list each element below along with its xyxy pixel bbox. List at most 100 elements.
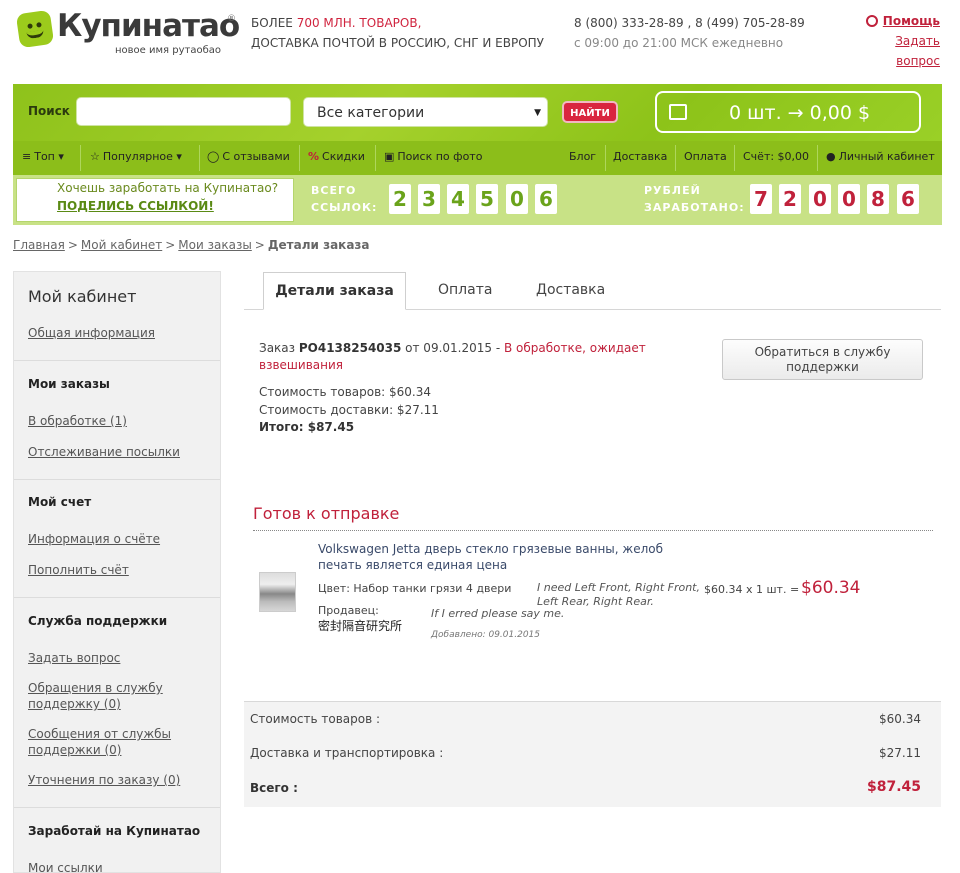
nav-divider — [375, 145, 376, 171]
section-divider — [253, 530, 933, 531]
help-link[interactable]: Помощь — [865, 14, 940, 28]
sidebar-heading-earn: Заработай на Купинатао — [28, 824, 201, 838]
nav-account-balance[interactable]: Счёт: $0,00 — [743, 150, 809, 163]
sidebar-divider — [14, 360, 220, 361]
nav-payment[interactable]: Оплата — [684, 150, 727, 163]
earned-label-line1: РУБЛЕЙ — [644, 184, 701, 197]
summary-total-value: $87.45 — [866, 779, 921, 795]
product-title[interactable]: Volkswagen Jetta дверь стекло грязевые в… — [318, 541, 703, 573]
product-thumbnail[interactable] — [259, 572, 296, 612]
links-label-line1: ВСЕГО — [311, 184, 357, 197]
search-label: Поиск — [28, 104, 70, 118]
cart-summary[interactable]: 0 шт. → 0,00 $ — [655, 91, 921, 133]
nav-discounts[interactable]: % Скидки — [308, 150, 365, 163]
comment-icon: ◯ — [207, 150, 220, 163]
ready-to-ship-title: Готов к отправке — [253, 504, 400, 523]
nav-divider — [299, 145, 300, 171]
sidebar-title: Мой кабинет — [28, 287, 137, 306]
breadcrumb-current: Детали заказа — [267, 238, 370, 252]
tab-delivery[interactable]: Доставка — [536, 282, 605, 298]
tagline-prefix: БОЛЕЕ — [251, 16, 297, 30]
ask-question-link[interactable]: Задать вопрос — [895, 34, 940, 68]
breadcrumb-cabinet[interactable]: Мой кабинет — [81, 238, 162, 252]
order-number: PO4138254035 — [298, 341, 402, 355]
tab-details[interactable]: Детали заказа — [263, 272, 406, 310]
sidebar-item-tracking[interactable]: Отслеживание посылки — [28, 444, 180, 460]
share-link[interactable]: ПОДЕЛИСЬ ССЫЛКОЙ! — [57, 199, 214, 213]
sidebar-item-messages[interactable]: Сообщения от службы поддержки (0) — [28, 726, 171, 758]
sidebar-item-appeals[interactable]: Обращения в службу поддержку (0) — [28, 680, 163, 712]
breadcrumb-sep: > — [165, 238, 176, 252]
sidebar-item-top-up[interactable]: Пополнить счёт — [28, 562, 129, 578]
order-prefix: Заказ — [259, 341, 299, 355]
registered-mark: ® — [227, 14, 236, 24]
star-icon: ☆ — [90, 150, 100, 163]
sidebar-item-my-links[interactable]: Мои ссылки — [28, 860, 103, 873]
site-logo[interactable]: Купинатао ® новое имя рутаобао — [15, 8, 240, 60]
phone-numbers: 8 (800) 333-28-89 , 8 (499) 705-28-89 — [574, 16, 805, 30]
sidebar-divider — [14, 807, 220, 808]
sidebar-item-account-info[interactable]: Информация о счёте — [28, 531, 160, 547]
sidebar-item-in-process[interactable]: В обработке (1) — [28, 413, 127, 429]
product-price-calc: $60.34 x 1 шт. = — [704, 583, 800, 596]
help-block: Помощь Задать вопрос — [854, 11, 940, 71]
nav-top-label: Топ — [34, 150, 55, 163]
nav-divider — [675, 145, 676, 171]
brand-name: Купинатао — [57, 8, 240, 44]
sidebar-item-ask[interactable]: Задать вопрос — [28, 650, 120, 666]
order-goods-cost: Стоимость товаров: $60.34 — [259, 385, 432, 399]
order-date: от 09.01.2015 - — [401, 341, 504, 355]
help-label: Помощь — [882, 14, 940, 28]
summary-goods-value: $60.34 — [879, 712, 921, 726]
nav-divider — [605, 145, 606, 171]
search-input[interactable] — [76, 97, 291, 126]
tab-payment[interactable]: Оплата — [438, 282, 492, 298]
links-digit: 3 — [418, 184, 440, 214]
referral-question: Хочешь заработать на Купинатао? — [57, 181, 279, 195]
nav-cabinet-label: Личный кабинет — [838, 150, 935, 163]
seller-note: If I erred please say me. — [431, 607, 565, 620]
summary-shipping-label: Доставка и транспортировка : — [250, 746, 444, 760]
sidebar-divider — [14, 479, 220, 480]
photo-icon: ▣ — [384, 150, 395, 163]
sidebar-item-messages-line1: Сообщения от службы — [28, 727, 172, 741]
earned-label: РУБЛЕЙ ЗАРАБОТАНО: — [644, 182, 745, 216]
added-date: Добавлено: 09.01.2015 — [431, 630, 541, 640]
user-icon: ● — [826, 150, 836, 163]
breadcrumb-orders[interactable]: Мои заказы — [178, 238, 252, 252]
links-label: ВСЕГО ССЫЛОК: — [311, 182, 377, 216]
dropdown-arrow-icon: ▼ — [534, 108, 541, 118]
breadcrumb-home[interactable]: Главная — [13, 238, 65, 252]
links-label-line2: ССЫЛОК: — [311, 201, 378, 214]
nav-photo-search-label: Поиск по фото — [397, 150, 483, 163]
category-select[interactable]: Все категории ▼ — [303, 97, 548, 127]
earned-digit: 6 — [897, 184, 919, 214]
working-hours: с 09:00 до 21:00 МСК ежедневно — [574, 36, 784, 50]
nav-blog[interactable]: Блог — [569, 150, 596, 163]
sidebar-item-appeals-line2: поддержку (0) — [28, 697, 121, 711]
tagline-line2: ДОСТАВКА ПОЧТОЙ В РОССИЮ, СНГ И ЕВРОПУ — [251, 36, 544, 50]
nav-reviews-label: С отзывами — [222, 150, 290, 163]
links-digit: 5 — [476, 184, 498, 214]
earned-digit: 0 — [838, 184, 860, 214]
nav-divider — [199, 145, 200, 171]
nav-divider — [80, 145, 81, 171]
nav-photo-search[interactable]: ▣ Поиск по фото — [384, 150, 482, 163]
nav-reviews[interactable]: ◯ С отзывами — [207, 150, 290, 163]
nav-popular[interactable]: ☆ Популярное ▾ — [90, 150, 182, 163]
earned-digit: 7 — [750, 184, 772, 214]
earned-label-line2: ЗАРАБОТАНО: — [644, 201, 745, 214]
nav-delivery[interactable]: Доставка — [613, 150, 667, 163]
product-price: $60.34 — [801, 578, 861, 598]
sidebar-item-clarifications[interactable]: Уточнения по заказу (0) — [28, 772, 180, 788]
breadcrumb-sep: > — [254, 238, 265, 252]
find-button[interactable]: НАЙТИ — [562, 101, 618, 123]
contact-support-button[interactable]: Обратиться в службу поддержки — [722, 339, 923, 380]
nav-top[interactable]: ≡ Топ ▾ — [22, 150, 64, 163]
list-icon: ≡ — [22, 150, 32, 163]
nav-cabinet[interactable]: ● Личный кабинет — [826, 150, 935, 163]
seller-label: Продавец: — [318, 604, 379, 617]
order-header: Заказ PO4138254035 от 09.01.2015 - В обр… — [259, 340, 679, 374]
earned-digit: 8 — [867, 184, 889, 214]
sidebar-item-general[interactable]: Общая информация — [28, 325, 155, 341]
